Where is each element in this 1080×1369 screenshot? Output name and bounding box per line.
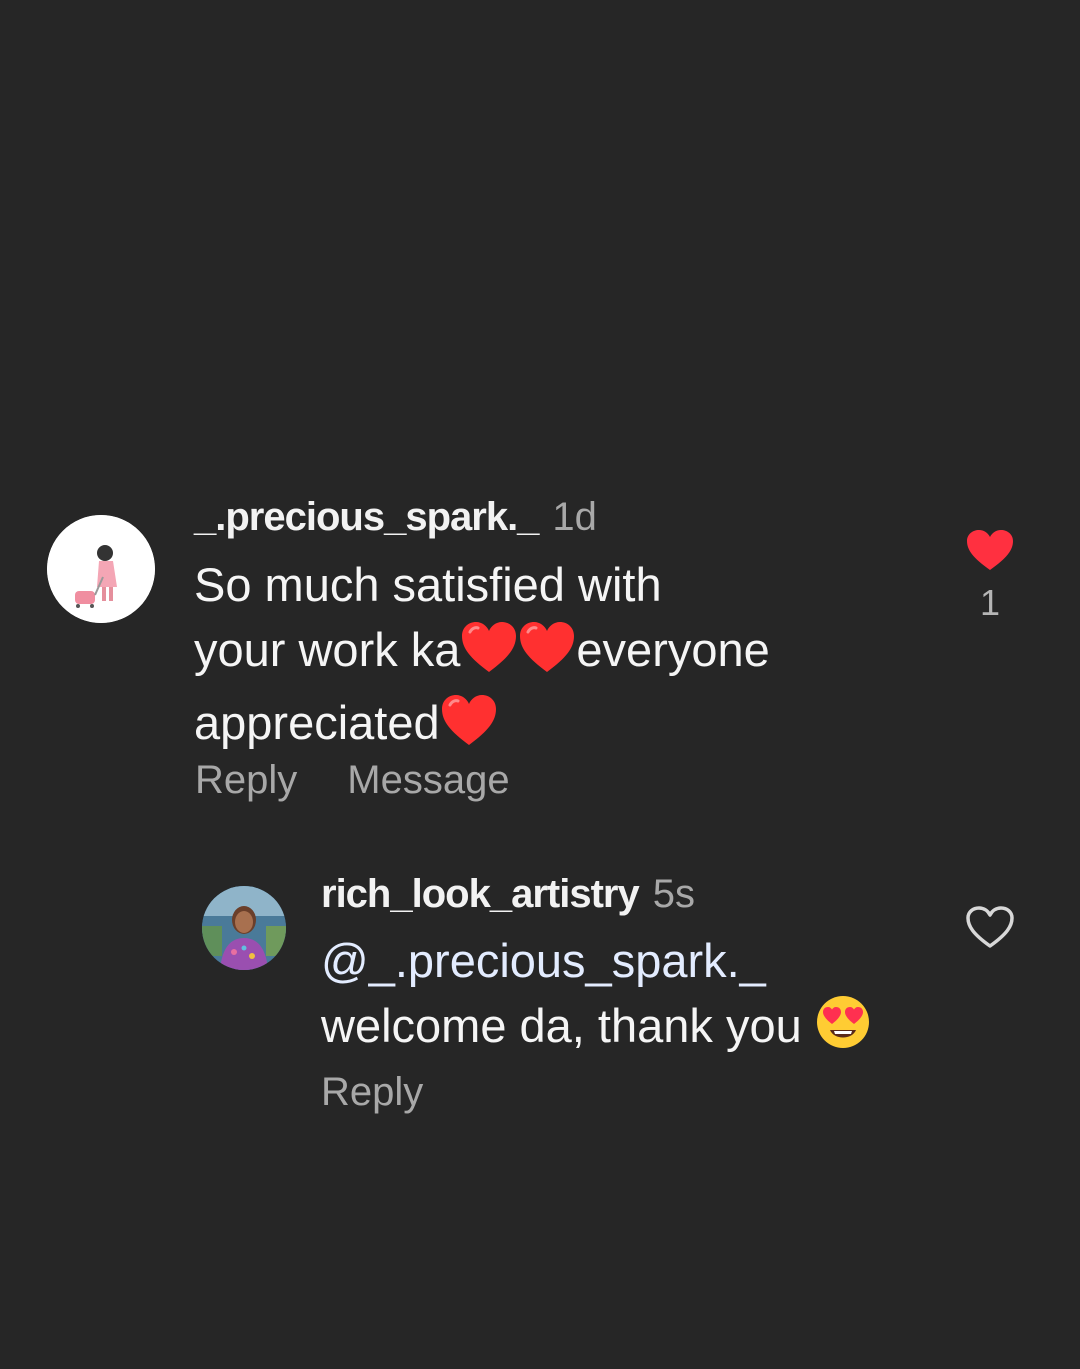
comment-text-fragment: everyone <box>576 623 770 676</box>
like-control <box>960 905 1020 949</box>
red-heart-emoji-icon <box>440 693 498 763</box>
comment-header: _.precious_spark._ 1d <box>194 493 597 541</box>
heart-filled-icon[interactable] <box>960 528 1020 572</box>
comment-text-fragment: your work ka <box>194 623 461 676</box>
heart-outline-icon[interactable] <box>960 905 1020 949</box>
avatar[interactable] <box>47 515 155 623</box>
comment-line: your work ka everyone <box>194 617 894 690</box>
red-heart-emoji-icon <box>460 620 518 690</box>
message-button[interactable]: Message <box>347 758 509 803</box>
reply-button[interactable]: Reply <box>195 758 297 803</box>
like-control: 1 <box>960 528 1020 624</box>
like-count: 1 <box>979 582 1001 623</box>
comment-actions: Reply Message <box>195 758 510 803</box>
comment-line: So much satisfied with <box>194 558 662 611</box>
comment-header: rich_look_artistry 5s <box>321 870 695 918</box>
comment-text: @_.precious_spark._ welcome da, thank yo… <box>321 928 941 1066</box>
comment-actions: Reply <box>321 1070 423 1115</box>
comment-text: So much satisfied with your work ka every… <box>194 552 894 763</box>
comment-line: welcome da, thank you <box>321 993 941 1066</box>
avatar[interactable] <box>202 886 286 970</box>
comment-text-fragment: welcome da, thank you <box>321 999 815 1052</box>
username[interactable]: rich_look_artistry <box>321 872 640 916</box>
mention-link[interactable]: @_.precious_spark._ <box>321 928 941 993</box>
red-heart-emoji-icon <box>518 620 576 690</box>
reply-button[interactable]: Reply <box>321 1070 423 1115</box>
avatar-photo <box>202 886 286 970</box>
username[interactable]: _.precious_spark._ <box>194 495 539 539</box>
avatar-illustration <box>47 515 155 623</box>
timestamp: 1d <box>552 495 597 539</box>
comment-text-fragment: appreciated <box>194 696 440 749</box>
heart-eyes-emoji-icon <box>815 994 871 1066</box>
comment-line: appreciated <box>194 690 894 763</box>
timestamp: 5s <box>652 872 695 916</box>
